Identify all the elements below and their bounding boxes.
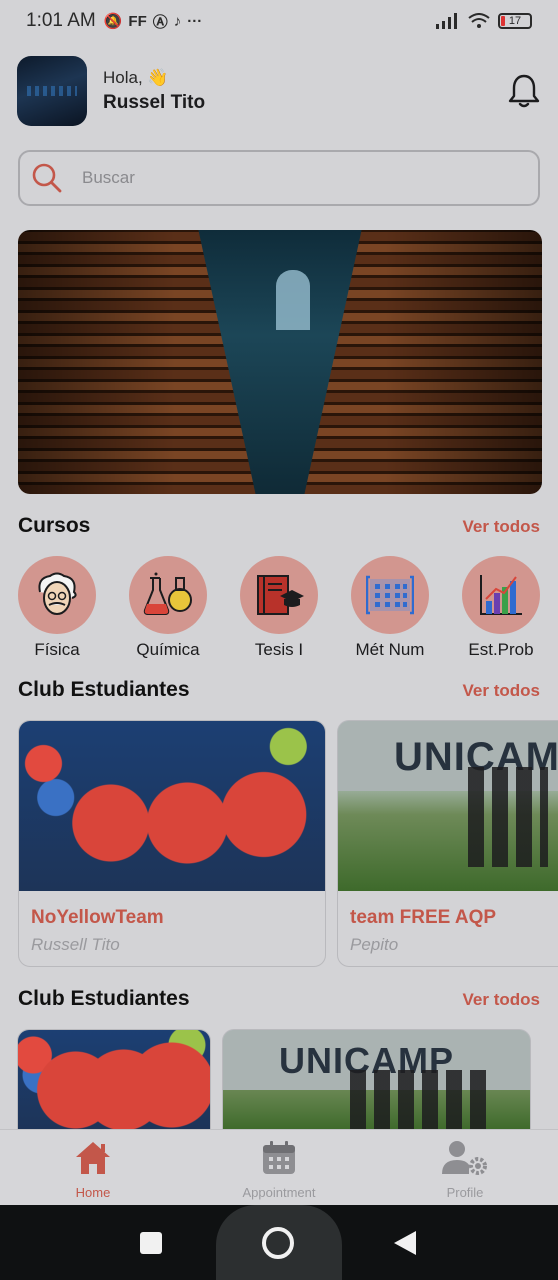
- system-navigation-bar: [0, 1205, 558, 1280]
- course-circle: [129, 556, 207, 634]
- club-card-author: Pepito: [350, 935, 399, 954]
- club-photo: [19, 721, 325, 891]
- battery-icon: 17: [498, 13, 532, 29]
- course-label: Física: [34, 640, 80, 659]
- battery-level: 17: [508, 15, 522, 27]
- club-section-title: Club Estudiantes: [18, 678, 190, 701]
- einstein-icon: [38, 572, 77, 615]
- tiktok-icon: ♪: [173, 12, 182, 30]
- course-circle: [462, 556, 540, 634]
- library-window-graphic: [276, 270, 310, 330]
- course-item-est-prob[interactable]: Est.Prob: [461, 556, 541, 660]
- bar-chart-icon: [480, 575, 522, 615]
- courses-see-all-link[interactable]: Ver todos: [463, 517, 540, 537]
- bottom-navigation: Home Appointment Profile: [0, 1129, 558, 1205]
- course-item-tesis[interactable]: Tesis I: [239, 556, 319, 660]
- greeting-block: Hola, 👋 Russel Tito: [103, 68, 205, 114]
- people-graphic: [468, 767, 548, 867]
- search-bar[interactable]: [18, 150, 540, 206]
- nav-home[interactable]: Home: [33, 1140, 153, 1200]
- signal-icon: [436, 13, 457, 29]
- club-photo: UNICAMP: [223, 1030, 530, 1129]
- club-card-author: Russell Tito: [31, 935, 120, 954]
- book-icon: [257, 575, 304, 615]
- home-icon: [76, 1142, 110, 1174]
- nav-label: Profile: [446, 1185, 484, 1200]
- nav-appointment[interactable]: Appointment: [219, 1140, 339, 1200]
- grid-icon: [366, 575, 414, 615]
- a-icon: Ⓐ: [152, 13, 168, 31]
- user-name: Russel Tito: [103, 92, 206, 113]
- club-card[interactable]: UNICAMP: [222, 1029, 531, 1129]
- home-circle-icon: [262, 1227, 294, 1259]
- status-bar: 1:01 AM 🔕 FF Ⓐ ♪ ··· 17: [0, 0, 558, 42]
- nav-label: Home: [75, 1185, 111, 1200]
- club-photo: UNICAMP: [338, 721, 558, 891]
- club-card-title: NoYellowTeam: [31, 907, 164, 928]
- courses-title: Cursos: [18, 514, 91, 537]
- course-circle: [240, 556, 318, 634]
- club-card-team-free-aqp[interactable]: UNICAMP team FREE AQP Pepito: [337, 720, 558, 967]
- club-section-2-see-all-link[interactable]: Ver todos: [463, 990, 540, 1010]
- flask-icon: [143, 572, 192, 615]
- course-circle: [18, 556, 96, 634]
- library-hall-graphic: [198, 230, 362, 494]
- status-time: 1:01 AM: [26, 10, 96, 31]
- nav-label: Appointment: [242, 1185, 316, 1200]
- library-banner-image[interactable]: [18, 230, 542, 494]
- back-button[interactable]: [394, 1231, 416, 1255]
- club-photo: [18, 1030, 210, 1129]
- muted-icon: 🔕: [103, 13, 123, 30]
- search-icon: [32, 163, 62, 193]
- club-card-title: team FREE AQP: [350, 907, 497, 928]
- search-input[interactable]: [82, 168, 482, 188]
- ff-icon: FF: [128, 12, 147, 30]
- bell-icon[interactable]: [507, 73, 541, 109]
- home-system-button[interactable]: [216, 1205, 342, 1280]
- club-see-all-link[interactable]: Ver todos: [463, 681, 540, 701]
- club-card-noyellowteam[interactable]: NoYellowTeam Russell Tito: [18, 720, 326, 967]
- nav-profile[interactable]: Profile: [405, 1140, 525, 1200]
- course-label: Química: [136, 640, 200, 659]
- club-card[interactable]: [17, 1029, 211, 1129]
- course-circle: [351, 556, 429, 634]
- course-label: Est.Prob: [468, 640, 534, 659]
- course-item-quimica[interactable]: Química: [128, 556, 208, 660]
- header: Hola, 👋 Russel Tito: [17, 56, 541, 126]
- calendar-icon: [263, 1141, 295, 1174]
- wifi-icon: [468, 13, 490, 28]
- course-item-met-num[interactable]: Mét Num: [350, 556, 430, 660]
- course-label: Tesis I: [254, 640, 304, 659]
- more-icon: ···: [187, 12, 203, 30]
- recent-apps-button[interactable]: [140, 1232, 162, 1254]
- course-item-fisica[interactable]: Física: [17, 556, 97, 660]
- club-section-2-title: Club Estudiantes: [18, 987, 190, 1010]
- avatar[interactable]: [17, 56, 87, 126]
- people-graphic: [350, 1070, 490, 1129]
- profile-settings-icon: [442, 1141, 487, 1175]
- courses-list: Física Química Tesis I Mét Num Est.Prob: [17, 556, 547, 660]
- greeting-text: Hola, 👋: [103, 68, 169, 87]
- course-label: Mét Num: [355, 640, 425, 659]
